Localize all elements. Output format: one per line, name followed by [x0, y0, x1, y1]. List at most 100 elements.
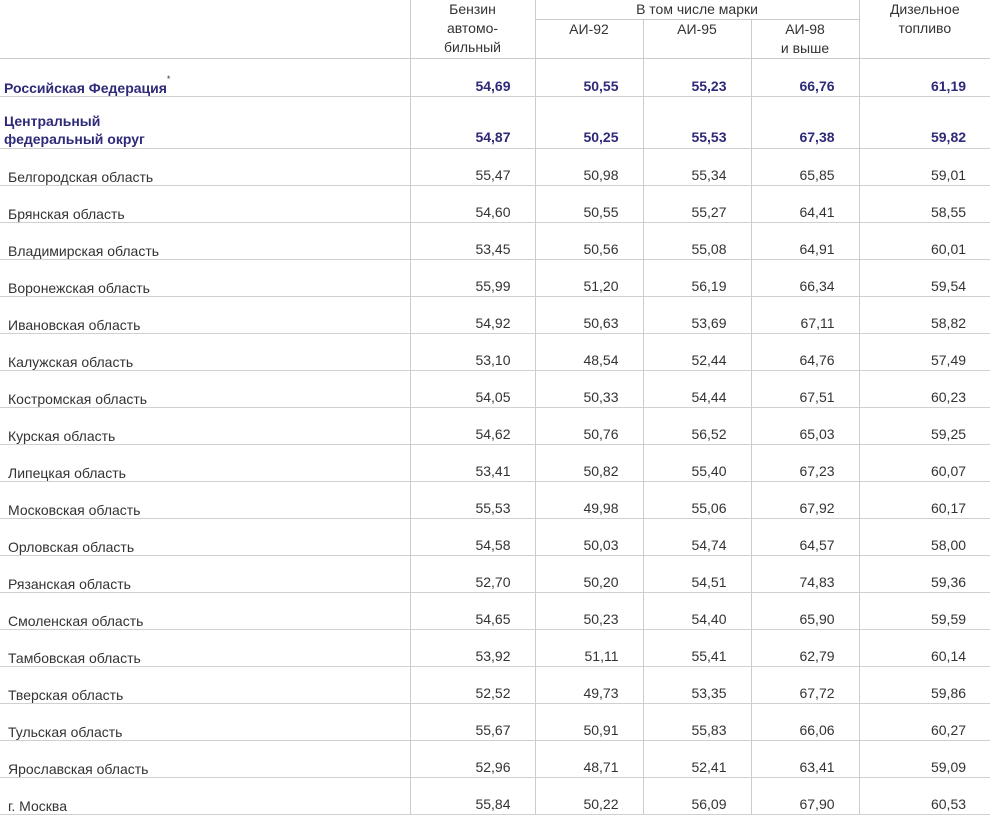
region-ai98-price: 64,57: [750, 518, 860, 556]
region-ai92-price: 50,98: [534, 148, 643, 186]
region-ai98-price: 65,85: [750, 148, 860, 186]
district-gasoline: 54,87: [409, 96, 535, 149]
region-ai95-price: 52,44: [642, 333, 751, 371]
diesel-header-line1: Дизельное: [889, 1, 960, 17]
diesel-header: Дизельное топливо: [858, 0, 990, 59]
region-ai92-price: 49,73: [534, 666, 643, 704]
region-diesel-price: 59,01: [858, 148, 990, 186]
region-diesel-price: 58,00: [858, 518, 990, 556]
federation-name: Российская Федерация: [4, 80, 167, 96]
region-name: Московская область: [0, 481, 410, 519]
region-name: Костромская область: [0, 370, 410, 408]
region-gasoline-price: 55,53: [409, 481, 535, 519]
region-ai92-price: 51,11: [534, 629, 643, 667]
region-gasoline-price: 52,96: [409, 740, 535, 778]
region-row: г. Москва 55,84 50,22 56,09 67,90 60,53: [0, 777, 990, 815]
ai98-header-line1: АИ-98: [785, 21, 825, 37]
region-row: Смоленская область 54,65 50,23 54,40 65,90 59…: [0, 592, 990, 630]
region-name: Тверская область: [0, 666, 410, 704]
region-row: Ивановская область 54,92 50,63 53,69 67,11 58…: [0, 296, 990, 334]
district-diesel: 59,82: [858, 96, 990, 149]
region-ai92-price: 50,33: [534, 370, 643, 408]
federation-name-cell: Российская Федерация*: [0, 58, 410, 97]
footnote-mark: *: [166, 74, 171, 84]
federation-gasoline: 54,69: [409, 58, 535, 97]
federation-diesel: 61,19: [858, 58, 990, 97]
region-header-cell: [0, 0, 410, 59]
region-diesel-price: 59,54: [858, 259, 990, 297]
region-gasoline-price: 53,92: [409, 629, 535, 667]
region-row: Ярославская область 52,96 48,71 52,41 63,41 5…: [0, 740, 990, 778]
region-diesel-price: 60,23: [858, 370, 990, 408]
region-name: Липецкая область: [0, 444, 410, 482]
region-row: Калужская область 53,10 48,54 52,44 64,76 57,…: [0, 333, 990, 371]
region-ai98-price: 64,41: [750, 185, 860, 223]
region-ai98-price: 62,79: [750, 629, 860, 667]
region-gasoline-price: 52,52: [409, 666, 535, 704]
region-name: Ивановская область: [0, 296, 410, 334]
region-ai95-price: 52,41: [642, 740, 751, 778]
region-gasoline-price: 55,84: [409, 777, 535, 815]
region-name: Воронежская область: [0, 259, 410, 297]
region-ai95-price: 56,09: [642, 777, 751, 815]
region-ai98-price: 64,91: [750, 222, 860, 260]
region-ai98-price: 67,92: [750, 481, 860, 519]
region-name: Брянская область: [0, 185, 410, 223]
region-diesel-price: 59,59: [858, 592, 990, 630]
region-name: Владимирская область: [0, 222, 410, 260]
region-diesel-price: 58,55: [858, 185, 990, 223]
region-row: Рязанская область 52,70 50,20 54,51 74,83 59,…: [0, 555, 990, 593]
region-ai92-price: 50,20: [534, 555, 643, 593]
region-ai92-price: 51,20: [534, 259, 643, 297]
region-gasoline-price: 53,45: [409, 222, 535, 260]
region-row: Костромская область 54,05 50,33 54,44 67,51 6…: [0, 370, 990, 408]
district-name-cell: Центральный федеральный округ: [0, 96, 410, 149]
region-ai98-price: 67,23: [750, 444, 860, 482]
region-diesel-price: 60,07: [858, 444, 990, 482]
region-ai95-price: 55,06: [642, 481, 751, 519]
federation-ai98: 66,76: [750, 58, 860, 97]
region-name: Калужская область: [0, 333, 410, 371]
region-ai98-price: 66,06: [750, 703, 860, 741]
region-ai92-price: 50,91: [534, 703, 643, 741]
ai98-header: АИ-98 и выше: [750, 19, 860, 59]
region-ai98-price: 65,03: [750, 407, 860, 445]
region-row: Тверская область 52,52 49,73 53,35 67,72 59,8…: [0, 666, 990, 704]
region-ai92-price: 50,22: [534, 777, 643, 815]
region-name: Рязанская область: [0, 555, 410, 593]
district-ai95: 55,53: [642, 96, 751, 149]
region-gasoline-price: 54,60: [409, 185, 535, 223]
gasoline-header: Бензин автомо- бильный: [409, 0, 535, 59]
district-name-line1: Центральный: [4, 113, 101, 129]
region-gasoline-price: 55,67: [409, 703, 535, 741]
district-row: Центральный федеральный округ 54,87 50,25…: [0, 96, 990, 149]
region-ai95-price: 55,83: [642, 703, 751, 741]
federation-row: Российская Федерация* 54,69 50,55 55,23 …: [0, 58, 990, 97]
region-name: Курская область: [0, 407, 410, 445]
gasoline-header-line1: Бензин: [449, 1, 496, 17]
region-ai98-price: 67,11: [750, 296, 860, 334]
region-ai95-price: 54,51: [642, 555, 751, 593]
fuel-price-table: Бензин автомо- бильный В том числе марки…: [0, 0, 990, 815]
region-gasoline-price: 54,58: [409, 518, 535, 556]
region-name: Тамбовская область: [0, 629, 410, 667]
region-gasoline-price: 54,92: [409, 296, 535, 334]
region-ai92-price: 50,23: [534, 592, 643, 630]
region-ai92-price: 50,63: [534, 296, 643, 334]
region-diesel-price: 57,49: [858, 333, 990, 371]
region-diesel-price: 59,86: [858, 666, 990, 704]
region-ai98-price: 63,41: [750, 740, 860, 778]
region-diesel-price: 59,25: [858, 407, 990, 445]
region-ai95-price: 53,35: [642, 666, 751, 704]
region-ai95-price: 54,40: [642, 592, 751, 630]
region-ai98-price: 74,83: [750, 555, 860, 593]
region-ai95-price: 55,08: [642, 222, 751, 260]
ai98-header-line2: и выше: [780, 40, 830, 56]
region-ai98-price: 65,90: [750, 592, 860, 630]
region-ai98-price: 67,72: [750, 666, 860, 704]
region-diesel-price: 60,14: [858, 629, 990, 667]
region-row: Тамбовская область 53,92 51,11 55,41 62,79 60…: [0, 629, 990, 667]
region-ai95-price: 55,34: [642, 148, 751, 186]
region-row: Курская область 54,62 50,76 56,52 65,03 59,25: [0, 407, 990, 445]
region-ai92-price: 48,54: [534, 333, 643, 371]
